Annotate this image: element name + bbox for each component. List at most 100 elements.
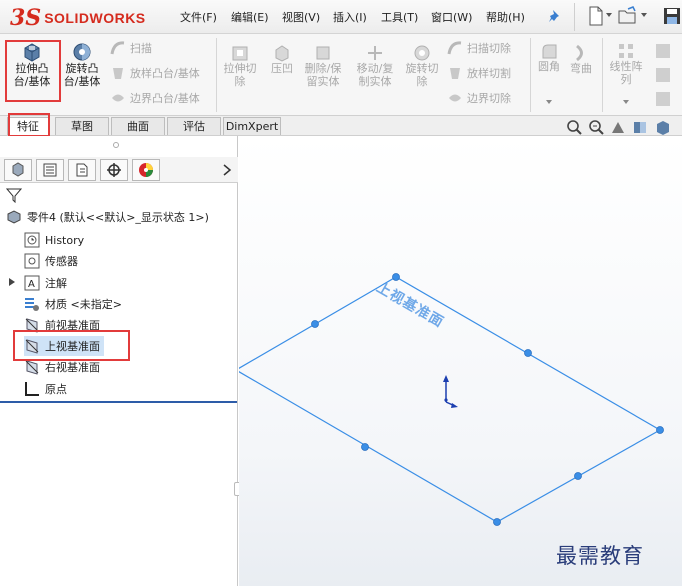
configuration-manager-tab[interactable] (68, 159, 96, 181)
tree-item-label: 原点 (45, 383, 67, 396)
save-icon[interactable] (663, 7, 681, 25)
plane-outline (239, 276, 662, 523)
more-commands-icon[interactable] (652, 42, 680, 110)
property-manager-tab[interactable] (36, 159, 64, 181)
menu-file[interactable]: 文件(F) (180, 9, 217, 25)
plane-handle[interactable] (574, 472, 582, 480)
open-folder-icon[interactable] (618, 6, 638, 26)
tab-evaluate[interactable]: 评估 (167, 117, 221, 135)
solidworks-logo[interactable]: 3S SOLIDWORKS (10, 6, 146, 30)
extrude-cut-button[interactable]: 拉伸切 除 (220, 44, 260, 88)
tree-item-sensors[interactable]: 传感器 (24, 251, 78, 271)
delete-body-label: 删除/保 留实体 (304, 62, 342, 88)
highlight-top-plane (13, 330, 130, 361)
tree-item-annotations[interactable]: A 注解 (24, 273, 67, 293)
chevron-down-icon[interactable] (546, 100, 552, 105)
indent-button[interactable]: 压凹 (264, 44, 300, 75)
swept-cut-icon (447, 41, 462, 55)
highlight-features-tab (8, 113, 50, 137)
svg-text:A: A (28, 279, 35, 290)
menu-view[interactable]: 视图(V) (282, 9, 320, 25)
move-copy-icon (368, 46, 382, 60)
swept-cut-button[interactable]: 扫描切除 (447, 40, 511, 56)
boundary-cut-button[interactable]: 边界切除 (447, 90, 511, 106)
move-copy-label: 移动/复 制实体 (356, 62, 394, 88)
flex-button[interactable]: 弯曲 (566, 44, 596, 75)
revolve-cut-button[interactable]: 旋转切 除 (402, 44, 442, 88)
tree-root-part[interactable]: 零件4 (默认<<默认>_显示状态 1>) (6, 207, 209, 227)
pin-icon[interactable] (548, 9, 562, 25)
app-brand-name: SOLIDWORKS (44, 10, 146, 26)
tree-item-label: 右视基准面 (45, 361, 100, 374)
origin-icon (25, 382, 39, 396)
tree-item-history[interactable]: History (24, 230, 84, 250)
revolve-cut-label: 旋转切 除 (405, 62, 439, 88)
history-icon (24, 232, 40, 248)
panel-splitter-handle[interactable] (113, 142, 119, 148)
menu-insert[interactable]: 插入(I) (333, 9, 367, 25)
tab-dimxpert[interactable]: DimXpert (223, 117, 281, 135)
fillet-label: 圆角 (538, 60, 560, 73)
menu-help[interactable]: 帮助(H) (486, 9, 525, 25)
chevron-right-icon[interactable] (222, 164, 232, 176)
plane-handle[interactable] (311, 320, 319, 328)
linear-pattern-icon (619, 44, 633, 58)
part-icon (7, 210, 21, 224)
lofted-cut-button[interactable]: 放样切割 (447, 65, 511, 81)
expand-arrow-icon[interactable] (9, 278, 15, 286)
revolve-boss-button[interactable]: 旋转凸 台/基体 (58, 40, 106, 88)
watermark-text: 最需教育 (556, 544, 644, 568)
tree-item-label: 传感器 (45, 255, 78, 268)
feature-tree-tab[interactable] (4, 159, 32, 181)
chevron-down-icon[interactable] (623, 100, 629, 105)
sweep-button[interactable]: 扫描 (110, 40, 152, 56)
menu-separator (574, 3, 575, 31)
display-manager-tab[interactable] (132, 159, 160, 181)
previous-view-icon[interactable] (610, 119, 626, 135)
menu-edit[interactable]: 编辑(E) (231, 9, 269, 25)
chevron-down-icon[interactable] (606, 13, 612, 18)
boundary-boss-button[interactable]: 边界凸台/基体 (110, 90, 200, 106)
top-plane-graphic[interactable] (239, 136, 682, 586)
loft-icon (113, 68, 123, 79)
sensor-icon (24, 253, 40, 269)
zoom-to-area-icon[interactable] (588, 119, 604, 135)
move-copy-body-button[interactable]: 移动/复 制实体 (352, 44, 398, 88)
filter-icon[interactable] (6, 187, 22, 203)
rollback-bar[interactable] (0, 401, 237, 403)
tree-item-label: History (45, 233, 85, 247)
annotation-icon: A (24, 275, 40, 291)
delete-body-button[interactable]: 删除/保 留实体 (300, 44, 346, 88)
configuration-manager-icon (76, 163, 88, 177)
tab-surfaces[interactable]: 曲面 (111, 117, 165, 135)
tree-item-origin[interactable]: 原点 (24, 379, 67, 399)
loft-boss-button[interactable]: 放样凸台/基体 (110, 65, 200, 81)
loft-boss-label: 放样凸台/基体 (130, 67, 200, 80)
plane-handle[interactable] (524, 349, 532, 357)
revolve-boss-icon (73, 43, 91, 61)
sweep-label: 扫描 (130, 42, 152, 55)
highlight-extrude-boss (5, 40, 61, 102)
chevron-down-icon[interactable] (641, 13, 647, 18)
linear-pattern-button[interactable]: 线性阵 列 (606, 42, 646, 86)
new-document-icon[interactable] (588, 6, 604, 26)
origin-triad-icon (443, 375, 458, 408)
zoom-to-fit-icon[interactable] (566, 119, 582, 135)
revolve-cut-icon (414, 45, 430, 61)
tree-root-label: 零件4 (默认<<默认>_显示状态 1>) (27, 211, 209, 224)
fillet-button[interactable]: 圆角 (534, 42, 564, 73)
plane-handle[interactable] (656, 426, 664, 434)
plane-handle[interactable] (392, 273, 400, 281)
extrude-cut-label: 拉伸切 除 (223, 62, 257, 88)
menu-tools[interactable]: 工具(T) (381, 9, 418, 25)
section-view-icon[interactable] (632, 119, 648, 135)
dimxpert-manager-tab[interactable] (100, 159, 128, 181)
menu-bar: 3S SOLIDWORKS 文件(F) 编辑(E) 视图(V) 插入(I) 工具… (0, 0, 682, 34)
view-orientation-icon[interactable] (654, 119, 670, 135)
tree-item-material[interactable]: 材质 <未指定> (24, 294, 122, 314)
plane-handle[interactable] (361, 443, 369, 451)
menu-window[interactable]: 窗口(W) (431, 9, 472, 25)
plane-handle[interactable] (493, 518, 501, 526)
delete-body-icon (316, 46, 330, 60)
tab-sketch[interactable]: 草图 (55, 117, 109, 135)
